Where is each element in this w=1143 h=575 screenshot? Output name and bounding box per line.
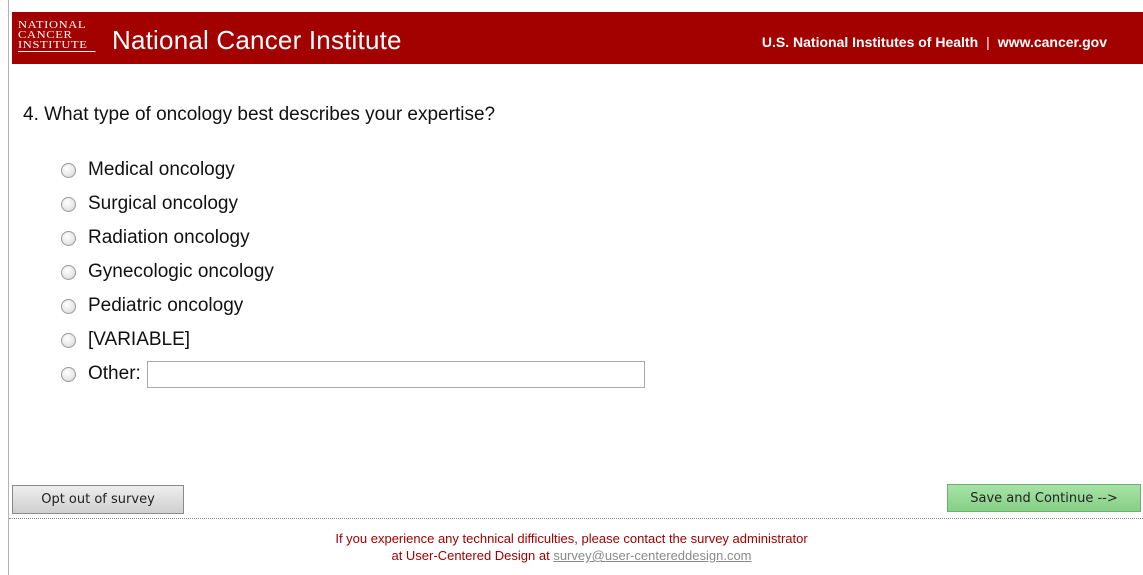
option-label[interactable]: Pediatric oncology (88, 295, 243, 317)
footer-line-1: If you experience any technical difficul… (335, 531, 808, 546)
option-label[interactable]: Gynecologic oncology (88, 261, 274, 283)
support-email-link[interactable]: survey@user-centereddesign.com (553, 548, 751, 563)
option-surgical[interactable]: Surgical oncology (61, 187, 645, 221)
nih-link[interactable]: U.S. National Institutes of Health (762, 34, 978, 50)
option-variable[interactable]: [VARIABLE] (61, 323, 645, 357)
header-links: U.S. National Institutes of Health | www.c… (762, 34, 1107, 50)
option-label[interactable]: Medical oncology (88, 159, 235, 181)
option-medical[interactable]: Medical oncology (61, 153, 645, 187)
question-text: 4. What type of oncology best describes … (23, 104, 496, 125)
site-title: National Cancer Institute (112, 25, 402, 55)
radio-button[interactable] (61, 366, 76, 382)
logo-line-3: INSTITUTE (18, 41, 96, 52)
radio-button[interactable] (61, 162, 76, 178)
radio-button[interactable] (61, 332, 76, 348)
cancer-gov-link[interactable]: www.cancer.gov (998, 34, 1107, 50)
option-label[interactable]: Radiation oncology (88, 227, 250, 249)
support-footer: If you experience any technical difficul… (0, 530, 1143, 564)
answer-options: Medical oncology Surgical oncology Radia… (61, 153, 645, 391)
option-label[interactable]: [VARIABLE] (88, 329, 190, 351)
option-pediatric[interactable]: Pediatric oncology (61, 289, 645, 323)
opt-out-button[interactable]: Opt out of survey (12, 485, 184, 514)
site-header: NATIONAL CANCER INSTITUTE National Cance… (12, 12, 1143, 64)
option-radiation[interactable]: Radiation oncology (61, 221, 645, 255)
option-gynecologic[interactable]: Gynecologic oncology (61, 255, 645, 289)
nci-logo[interactable]: NATIONAL CANCER INSTITUTE (18, 21, 96, 58)
option-other[interactable]: Other: (61, 357, 645, 391)
other-text-field[interactable] (146, 360, 645, 388)
header-separator: | (986, 34, 990, 50)
radio-button[interactable] (61, 230, 76, 246)
footer-divider (9, 518, 1143, 519)
footer-line-2: at User-Centered Design at survey@user-c… (0, 547, 1143, 564)
radio-button[interactable] (61, 196, 76, 212)
radio-button[interactable] (61, 264, 76, 280)
footer-line-2-text: at User-Centered Design at (391, 548, 554, 563)
radio-button[interactable] (61, 298, 76, 314)
save-continue-button[interactable]: Save and Continue --> (947, 484, 1141, 512)
option-label[interactable]: Surgical oncology (88, 193, 238, 215)
option-label[interactable]: Other: (88, 363, 141, 385)
